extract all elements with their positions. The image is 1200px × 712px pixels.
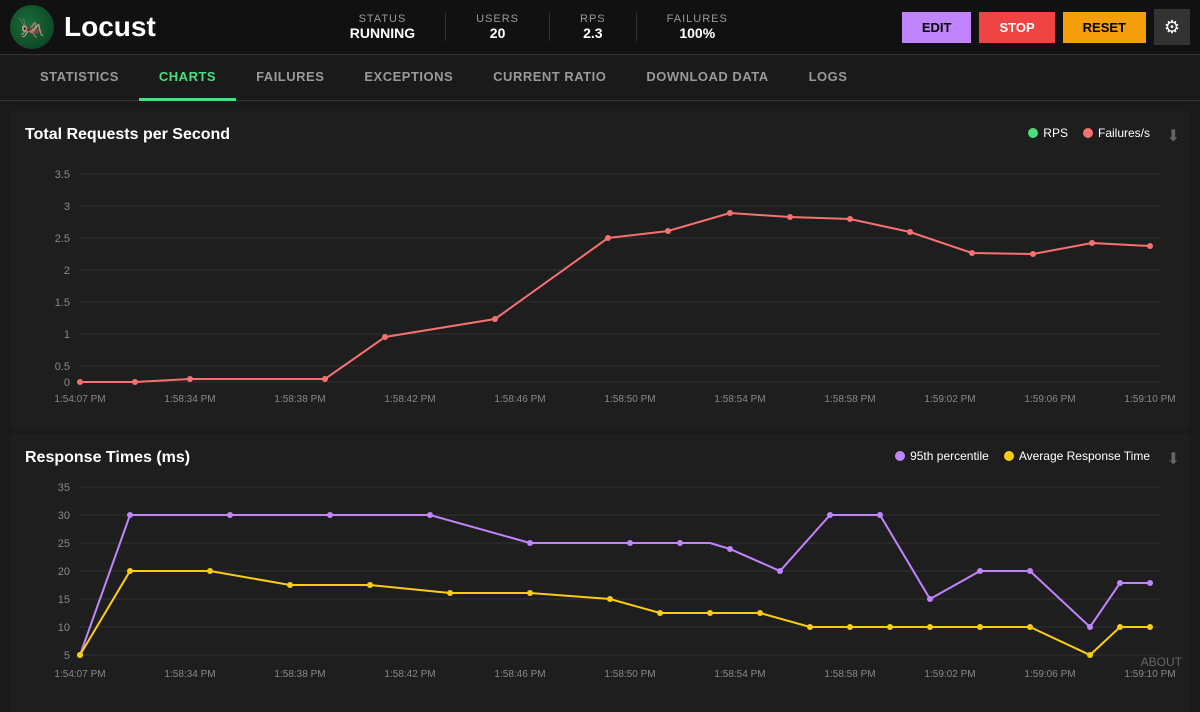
svg-text:5: 5 [64,650,70,662]
rps-chart-container: Total Requests per Second RPS Failures/s… [10,111,1190,429]
users-label: USERS [476,13,519,25]
avg-dot-icon [1004,451,1014,461]
app-title: Locust [64,11,156,43]
svg-text:3.5: 3.5 [55,169,70,181]
users-stat: USERS 20 [446,13,550,41]
response-chart-legend: 95th percentile Average Response Time [895,449,1150,463]
nav-current-ratio[interactable]: CURRENT RATIO [473,55,626,101]
rps-legend-failures: Failures/s [1083,126,1150,140]
status-label: STATUS [350,13,415,25]
svg-text:1:58:34 PM: 1:58:34 PM [164,669,215,680]
logo-area: 🦗 Locust [10,5,156,49]
svg-text:1:58:50 PM: 1:58:50 PM [604,394,655,405]
nav-download-data[interactable]: DOWNLOAD DATA [626,55,788,101]
logo-icon: 🦗 [10,5,54,49]
avg-response-legend: Average Response Time [1004,449,1150,463]
svg-text:1:58:46 PM: 1:58:46 PM [494,669,545,680]
svg-text:1:58:50 PM: 1:58:50 PM [604,669,655,680]
response-download-button[interactable]: ⬇ [1167,449,1180,469]
svg-text:1:58:38 PM: 1:58:38 PM [274,394,325,405]
percentile-legend-label: 95th percentile [910,449,989,463]
svg-text:1:58:38 PM: 1:58:38 PM [274,669,325,680]
reset-button[interactable]: RESET [1063,12,1146,43]
svg-text:1:58:46 PM: 1:58:46 PM [494,394,545,405]
svg-text:10: 10 [58,622,70,634]
svg-text:20: 20 [58,566,70,578]
status-value: RUNNING [350,25,415,41]
svg-text:1:59:02 PM: 1:59:02 PM [924,394,975,405]
rps-value: 2.3 [580,25,606,41]
svg-text:1:54:07 PM: 1:54:07 PM [54,669,105,680]
svg-text:1:59:06 PM: 1:59:06 PM [1024,669,1075,680]
svg-text:1:58:58 PM: 1:58:58 PM [824,394,875,405]
stop-button[interactable]: STOP [979,12,1054,43]
percentile-legend: 95th percentile [895,449,989,463]
svg-text:35: 35 [58,482,70,494]
svg-text:1:58:58 PM: 1:58:58 PM [824,669,875,680]
svg-text:1:59:06 PM: 1:59:06 PM [1024,394,1075,405]
rps-legend-label: RPS [1043,126,1068,140]
svg-text:3: 3 [64,201,70,213]
failures-label: FAILURES [667,13,728,25]
failures-dot-icon [1083,128,1093,138]
percentile-dot-icon [895,451,905,461]
header-buttons: EDIT STOP RESET ⚙ [902,9,1190,45]
svg-text:1:59:02 PM: 1:59:02 PM [924,669,975,680]
rps-label: RPS [580,13,606,25]
rps-stat: RPS 2.3 [550,13,637,41]
charts-area: Total Requests per Second RPS Failures/s… [0,111,1200,712]
rps-download-button[interactable]: ⬇ [1167,126,1180,146]
header-stats: STATUS RUNNING USERS 20 RPS 2.3 FAILURES… [176,13,902,41]
svg-text:1:58:34 PM: 1:58:34 PM [164,394,215,405]
failures-legend-label: Failures/s [1098,126,1150,140]
svg-text:1:59:10 PM: 1:59:10 PM [1124,394,1175,405]
status-stat: STATUS RUNNING [320,13,446,41]
nav-exceptions[interactable]: EXCEPTIONS [344,55,473,101]
nav-logs[interactable]: LOGS [789,55,868,101]
rps-chart-title: Total Requests per Second [25,126,1175,144]
svg-text:1:58:42 PM: 1:58:42 PM [384,394,435,405]
failures-stat: FAILURES 100% [637,13,758,41]
users-value: 20 [476,25,519,41]
response-chart-container: Response Times (ms) 95th percentile Aver… [10,434,1190,712]
edit-button[interactable]: EDIT [902,12,972,43]
svg-text:1: 1 [64,329,70,341]
avg-legend-label: Average Response Time [1019,449,1150,463]
svg-text:0.5: 0.5 [55,361,70,373]
rps-legend-rps: RPS [1028,126,1068,140]
svg-text:1.5: 1.5 [55,297,70,309]
rps-dot-icon [1028,128,1038,138]
about-label[interactable]: ABOUT [1133,651,1190,673]
rps-chart-svg: 3.5 3 2.5 2 1.5 1 0.5 0 [25,154,1175,414]
svg-text:1:58:54 PM: 1:58:54 PM [714,669,765,680]
failures-value: 100% [667,25,728,41]
svg-text:15: 15 [58,594,70,606]
svg-text:1:58:54 PM: 1:58:54 PM [714,394,765,405]
svg-text:2.5: 2.5 [55,233,70,245]
svg-text:25: 25 [58,538,70,550]
settings-button[interactable]: ⚙ [1154,9,1190,45]
nav-statistics[interactable]: STATISTICS [20,55,139,101]
main-nav: STATISTICS CHARTS FAILURES EXCEPTIONS CU… [0,55,1200,101]
svg-text:1:58:42 PM: 1:58:42 PM [384,669,435,680]
svg-text:0: 0 [64,377,70,389]
nav-failures[interactable]: FAILURES [236,55,344,101]
svg-text:2: 2 [64,265,70,277]
nav-charts[interactable]: CHARTS [139,55,236,101]
svg-text:30: 30 [58,510,70,522]
svg-text:1:54:07 PM: 1:54:07 PM [54,394,105,405]
app-header: 🦗 Locust STATUS RUNNING USERS 20 RPS 2.3… [0,0,1200,55]
rps-chart-legend: RPS Failures/s [1028,126,1150,140]
response-chart-svg: 35 30 25 20 15 10 5 [25,477,1175,697]
